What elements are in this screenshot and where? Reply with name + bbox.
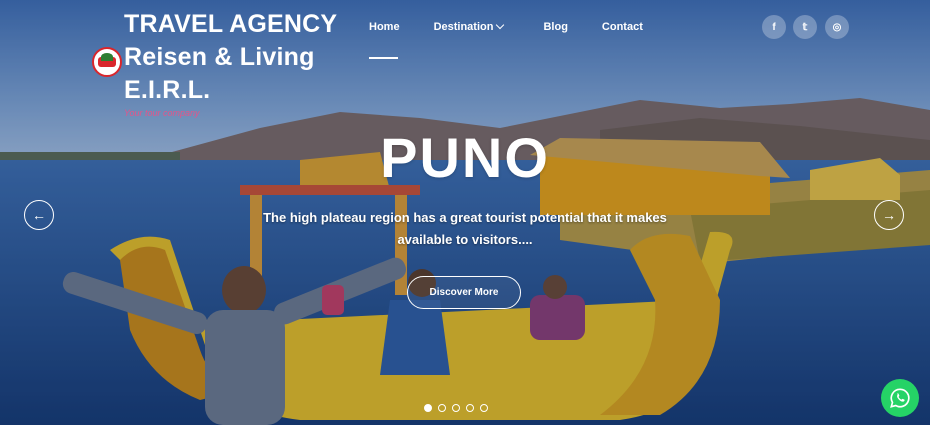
brand-tagline: Your tour company: [124, 108, 200, 118]
slider-dot[interactable]: [424, 404, 432, 412]
discover-more-button[interactable]: Discover More: [407, 276, 521, 309]
slider-dot[interactable]: [452, 404, 460, 412]
brand-line-3: E.I.R.L.: [124, 76, 211, 104]
nav-destination-label: Destination: [433, 21, 494, 33]
brand-line-1: TRAVEL AGENCY: [124, 10, 338, 38]
prev-slide-button[interactable]: ←: [24, 200, 54, 230]
nav-home-label: Home: [369, 21, 400, 33]
nav-contact-label: Contact: [601, 21, 643, 33]
company-logo[interactable]: [92, 47, 122, 77]
twitter-glyph: 𝕥: [802, 21, 808, 33]
facebook-icon[interactable]: f: [762, 15, 786, 39]
whatsapp-chat-button[interactable]: [881, 379, 919, 417]
slider-dot[interactable]: [438, 404, 446, 412]
arrow-left-icon: ←: [32, 207, 46, 223]
twitter-icon[interactable]: 𝕥: [793, 15, 817, 39]
slider-dot[interactable]: [466, 404, 474, 412]
brand-name[interactable]: TRAVEL AGENCY Reisen & Living E.I.R.L.: [124, 8, 337, 107]
main-nav: Home Destination Blog Contact: [369, 20, 643, 34]
instagram-glyph: ◎: [832, 21, 842, 33]
instagram-icon[interactable]: ◎: [825, 15, 849, 39]
brand-line-2: Reisen & Living: [124, 43, 315, 71]
nav-blog-label: Blog: [543, 21, 568, 33]
slider-pagination: [424, 404, 488, 412]
arrow-right-icon: →: [882, 207, 896, 223]
hero-slider: TRAVEL AGENCY Reisen & Living E.I.R.L. Y…: [0, 0, 930, 425]
slide-title: PUNO: [380, 126, 550, 189]
nav-active-indicator: [369, 57, 398, 59]
whatsapp-icon: [890, 388, 910, 408]
nav-item-home[interactable]: Home: [369, 20, 400, 34]
facebook-glyph: f: [772, 21, 776, 33]
nav-item-destination[interactable]: Destination: [433, 20, 505, 34]
nav-item-blog[interactable]: Blog: [543, 20, 567, 34]
next-slide-button[interactable]: →: [874, 200, 904, 230]
slider-dot[interactable]: [480, 404, 488, 412]
slide-description: The high plateau region has a great tour…: [263, 210, 667, 247]
chevron-down-icon: [496, 20, 505, 30]
nav-item-contact[interactable]: Contact: [602, 20, 643, 34]
